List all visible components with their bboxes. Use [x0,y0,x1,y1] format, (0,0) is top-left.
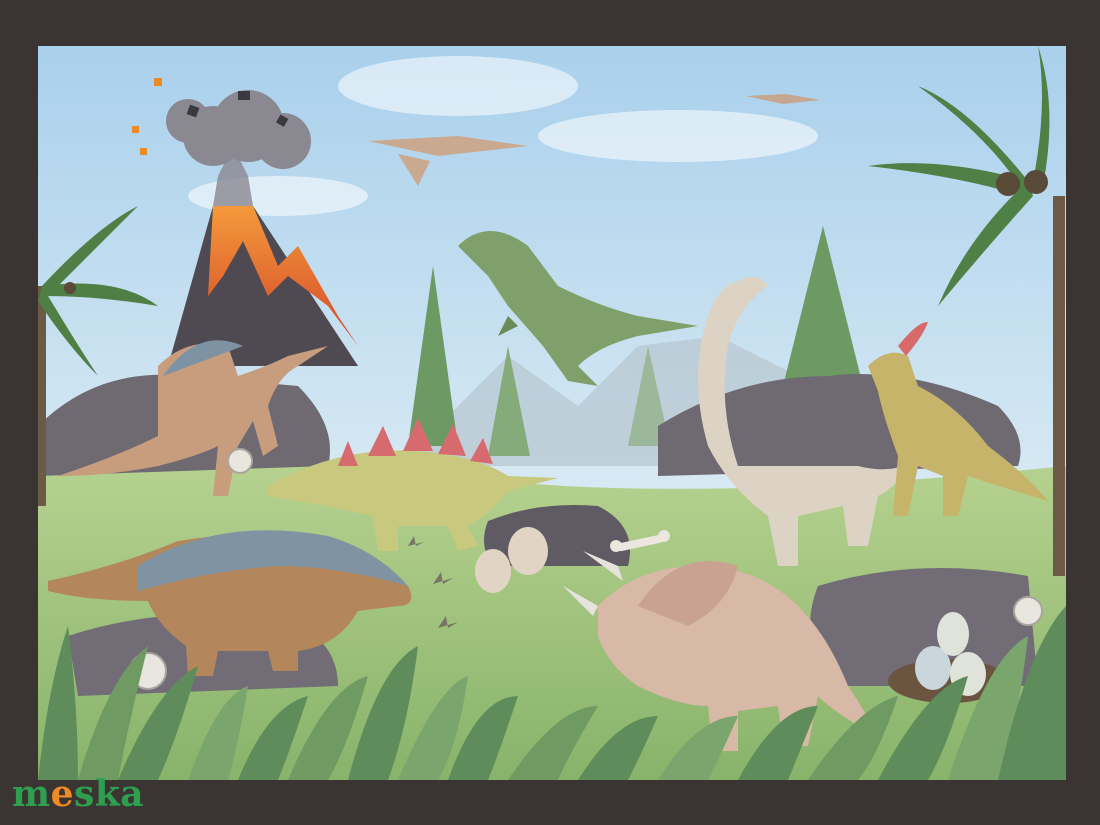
watermark-letter-rest: ska [74,773,145,815]
dinosaur-landscape-artwork [38,46,1066,780]
meska-watermark-logo: meska [12,776,144,812]
watermark-letter-2: e [50,773,74,815]
watermark-letter-1: m [12,773,51,815]
